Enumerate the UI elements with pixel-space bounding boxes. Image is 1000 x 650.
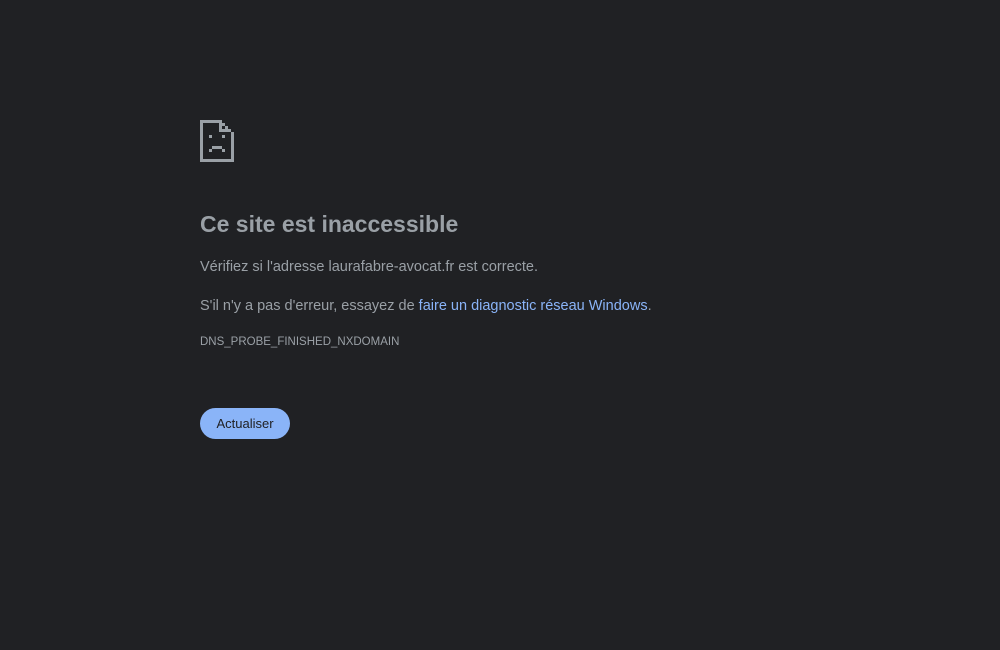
- error-content: Ce site est inaccessible Vérifiez si l'a…: [200, 120, 800, 349]
- suggestion-text: S'il n'y a pas d'erreur, essayez de fair…: [200, 296, 800, 316]
- sad-page-icon: [200, 120, 234, 162]
- suggestion-suffix: .: [647, 298, 652, 314]
- check-address-text: Vérifiez si l'adresse laurafabre-avocat.…: [200, 259, 539, 275]
- reload-button[interactable]: Actualiser: [200, 408, 290, 439]
- suggestion-prefix: S'il n'y a pas d'erreur, essayez de: [200, 298, 419, 314]
- network-diagnostic-link[interactable]: faire un diagnostic réseau Windows: [419, 298, 648, 314]
- error-code: DNS_PROBE_FINISHED_NXDOMAIN: [200, 336, 400, 348]
- page-title: Ce site est inaccessible: [200, 211, 459, 237]
- error-page: Ce site est inaccessible Vérifiez si l'a…: [0, 0, 1000, 650]
